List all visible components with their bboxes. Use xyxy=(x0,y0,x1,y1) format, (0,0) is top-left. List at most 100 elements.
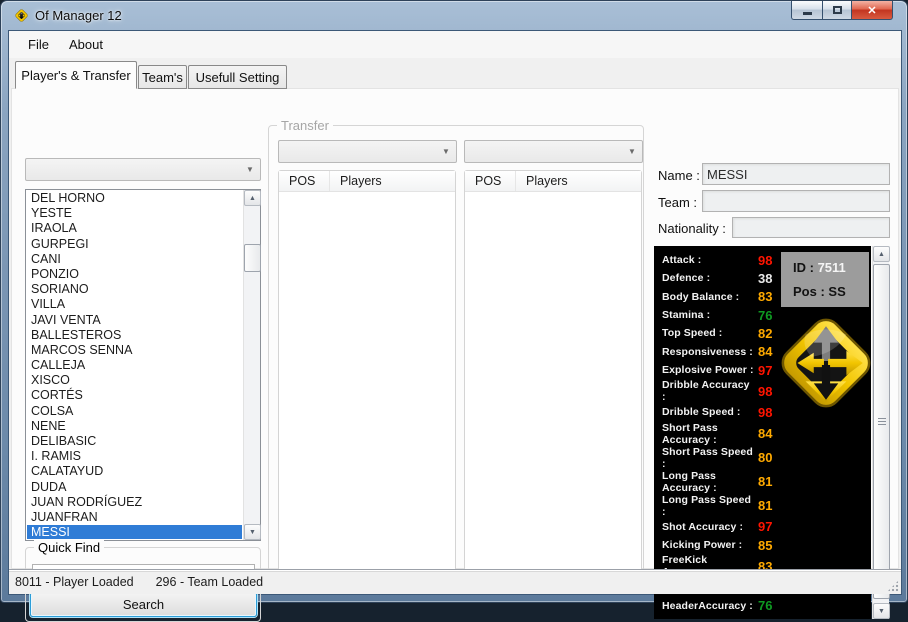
player-list-item[interactable]: VILLA xyxy=(27,297,242,312)
stat-row: Top Speed : 82 xyxy=(662,324,792,342)
stats-scrollbar[interactable]: ▲ ▼ xyxy=(872,246,889,619)
status-bar: 8011 - Player Loaded 296 - Team Loaded xyxy=(9,569,901,594)
stat-label: Dribble Accuracy : xyxy=(662,379,754,403)
scrollbar-thumb[interactable] xyxy=(244,244,261,272)
column-players[interactable]: Players xyxy=(330,171,388,191)
chevron-down-icon: ▼ xyxy=(623,142,641,161)
player-list-item[interactable]: SORIANO xyxy=(27,282,242,297)
minimize-button[interactable] xyxy=(791,1,822,20)
transfer-groupbox: Transfer ▼ ▼ POS Players xyxy=(268,125,644,588)
transfer-from-listview[interactable]: POS Players xyxy=(278,170,456,579)
client-area: File About Player's & Transfer Team's Us… xyxy=(9,31,901,594)
column-pos[interactable]: POS xyxy=(465,171,516,191)
stat-value: 38 xyxy=(758,271,772,286)
tab-strip: Player's & Transfer Team's Usefull Setti… xyxy=(9,58,901,89)
stat-row: Defence : 38 xyxy=(662,269,792,287)
team-input[interactable] xyxy=(702,190,890,212)
player-list-item[interactable]: YESTE xyxy=(27,206,242,221)
app-window: Of Manager 12 ✕ File About Player's & Tr… xyxy=(0,0,908,603)
scroll-up-icon[interactable]: ▲ xyxy=(873,246,890,262)
player-list-item[interactable]: PONZIO xyxy=(27,267,242,282)
stat-label: Shot Accuracy : xyxy=(662,521,754,533)
stat-row: Dribble Speed :98 xyxy=(662,403,792,421)
transfer-from-combobox[interactable]: ▼ xyxy=(278,140,457,163)
close-button[interactable]: ✕ xyxy=(851,1,893,20)
player-list-item[interactable]: DELIBASIC xyxy=(27,434,242,449)
stat-value: 81 xyxy=(758,474,772,489)
scrollbar-thumb[interactable] xyxy=(873,264,890,599)
player-list-item[interactable]: MARCOS SENNA xyxy=(27,343,242,358)
maximize-icon xyxy=(833,6,842,14)
stat-label: Kicking Power : xyxy=(662,539,754,551)
stat-row: Long Pass Speed :81 xyxy=(662,494,792,518)
quick-find-label: Quick Find xyxy=(34,540,104,555)
stat-value: 84 xyxy=(758,344,772,359)
chevron-down-icon: ▼ xyxy=(437,142,455,161)
column-players[interactable]: Players xyxy=(516,171,574,191)
player-list-item[interactable]: JUAN RODRÍGUEZ xyxy=(27,495,242,510)
stat-label: Short Pass Speed : xyxy=(662,446,754,470)
id-label: ID : xyxy=(793,260,814,275)
stat-value: 82 xyxy=(758,326,772,341)
transfer-to-combobox[interactable]: ▼ xyxy=(464,140,643,163)
stat-value: 76 xyxy=(758,598,772,613)
resize-grip-icon[interactable] xyxy=(887,580,899,592)
stat-row: Attack :98 xyxy=(662,251,792,269)
name-input[interactable] xyxy=(702,163,890,185)
transfer-to-listview[interactable]: POS Players xyxy=(464,170,642,579)
scroll-down-icon[interactable]: ▼ xyxy=(244,524,261,540)
player-list: DEL HORNOYESTEIRAOLAGURPEGICANIPONZIOSOR… xyxy=(27,191,242,539)
thumb-grip xyxy=(878,418,886,419)
player-list-item[interactable]: CORTÉS xyxy=(27,388,242,403)
maximize-button[interactable] xyxy=(822,1,851,20)
stat-label: Short Pass Accuracy : xyxy=(662,422,754,446)
tab-teams[interactable]: Team's xyxy=(138,65,187,89)
team-label: Team : xyxy=(658,195,697,210)
nationality-input[interactable] xyxy=(732,217,890,238)
player-list-item[interactable]: JAVI VENTA xyxy=(27,313,242,328)
scroll-down-icon[interactable]: ▼ xyxy=(873,603,890,619)
pos-label: Pos : xyxy=(793,284,825,299)
stat-row: Responsiveness :84 xyxy=(662,343,792,361)
player-list-item[interactable]: JUANFRAN xyxy=(27,510,242,525)
tab-players-transfer[interactable]: Player's & Transfer xyxy=(15,61,137,89)
scroll-up-icon[interactable]: ▲ xyxy=(244,190,261,206)
player-list-item[interactable]: I. RAMIS xyxy=(27,449,242,464)
player-list-item[interactable]: DEL HORNO xyxy=(27,191,242,206)
stat-label: Top Speed : xyxy=(662,327,754,339)
player-list-scrollbar[interactable]: ▲ ▼ xyxy=(243,190,260,540)
player-list-item[interactable]: BALLESTEROS xyxy=(27,328,242,343)
player-list-item[interactable]: CALATAYUD xyxy=(27,464,242,479)
app-logo xyxy=(775,312,877,414)
stat-label: Long Pass Speed : xyxy=(662,494,754,518)
menu-file[interactable]: File xyxy=(18,33,59,56)
player-list-item[interactable]: GURPEGI xyxy=(27,237,242,252)
stat-label: Attack : xyxy=(662,254,754,266)
column-pos[interactable]: POS xyxy=(279,171,330,191)
player-list-item[interactable]: COLSA xyxy=(27,404,242,419)
stat-row: Stamina :76 xyxy=(662,306,792,324)
menu-bar: File About xyxy=(9,31,901,58)
player-list-item[interactable]: CALLEJA xyxy=(27,358,242,373)
search-button[interactable]: Search xyxy=(30,592,257,617)
stat-label: HeaderAccuracy : xyxy=(662,600,754,612)
player-list-item[interactable]: XISCO xyxy=(27,373,242,388)
player-list-item[interactable]: NENE xyxy=(27,419,242,434)
team-select-combobox[interactable]: ▼ xyxy=(25,158,261,181)
player-list-item[interactable]: CANI xyxy=(27,252,242,267)
listview-header: POS Players xyxy=(465,171,641,192)
player-list-item[interactable]: DUDA xyxy=(27,480,242,495)
player-list-item[interactable]: IRAOLA xyxy=(27,221,242,236)
player-list-item[interactable]: MESSI xyxy=(27,525,242,539)
stat-label: Defence : xyxy=(662,272,754,284)
nationality-label: Nationality : xyxy=(658,221,726,236)
stat-row: Short Pass Accuracy :84 xyxy=(662,422,792,446)
player-listbox[interactable]: DEL HORNOYESTEIRAOLAGURPEGICANIPONZIOSOR… xyxy=(25,189,261,541)
menu-about[interactable]: About xyxy=(59,33,113,56)
tab-usefull-setting[interactable]: Usefull Setting xyxy=(188,65,287,89)
stat-row: HeaderAccuracy : 76 xyxy=(662,597,792,615)
close-icon: ✕ xyxy=(867,4,876,17)
stat-row: Kicking Power :85 xyxy=(662,536,792,554)
title-bar[interactable]: Of Manager 12 ✕ xyxy=(1,1,907,31)
chevron-down-icon: ▼ xyxy=(241,160,259,179)
